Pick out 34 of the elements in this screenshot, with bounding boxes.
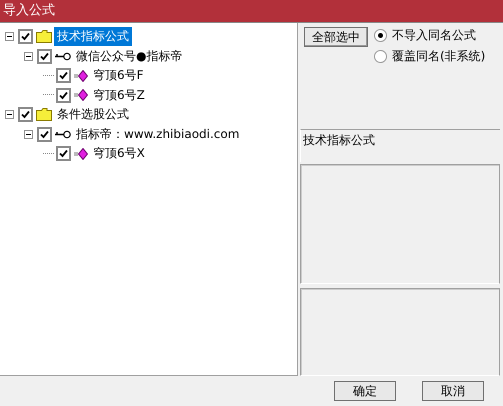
- radio-label[interactable]: 不导入同名公式: [392, 27, 476, 44]
- tree-item[interactable]: 微信公众号●指标帝: [73, 46, 186, 66]
- radio-label[interactable]: 覆盖同名(非系统): [392, 48, 486, 65]
- tree-item[interactable]: 条件选股公式: [54, 105, 132, 124]
- tree-item[interactable]: 穹顶6号F: [90, 66, 147, 86]
- window-title: 导入公式: [0, 0, 503, 23]
- collapse-toggle-icon[interactable]: [5, 110, 14, 120]
- folder-icon: [36, 30, 52, 44]
- key-icon: [55, 130, 71, 139]
- tree-item[interactable]: 穹顶6号X: [90, 144, 148, 164]
- checkbox[interactable]: [37, 48, 52, 64]
- checkbox[interactable]: [18, 107, 33, 122]
- radio-button[interactable]: [374, 29, 387, 42]
- key-icon: [55, 52, 71, 61]
- info-label: 技术指标公式: [303, 133, 375, 147]
- tree-item[interactable]: 穹顶6号Z: [90, 86, 148, 105]
- tree-item[interactable]: 技术指标公式: [54, 27, 132, 46]
- dialog-button[interactable]: 确定: [334, 381, 396, 401]
- diamond-icon: [74, 148, 88, 160]
- collapse-toggle-icon[interactable]: [5, 32, 14, 42]
- diamond-icon: [74, 70, 88, 82]
- checkbox[interactable]: [56, 88, 71, 103]
- tree-item[interactable]: 指标帝：www.zhibiaodi.com: [73, 124, 242, 144]
- collapse-toggle-icon[interactable]: [24, 52, 33, 61]
- collapse-toggle-icon[interactable]: [24, 130, 33, 139]
- checkbox[interactable]: [18, 29, 33, 44]
- checkbox[interactable]: [37, 126, 52, 142]
- select-all-button[interactable]: 全部选中: [304, 27, 368, 47]
- checkbox[interactable]: [56, 68, 71, 84]
- folder-icon: [36, 108, 52, 122]
- radio-button[interactable]: [374, 50, 387, 63]
- checkbox[interactable]: [56, 146, 71, 162]
- dialog-button[interactable]: 取消: [422, 381, 484, 401]
- diamond-icon: [74, 89, 88, 102]
